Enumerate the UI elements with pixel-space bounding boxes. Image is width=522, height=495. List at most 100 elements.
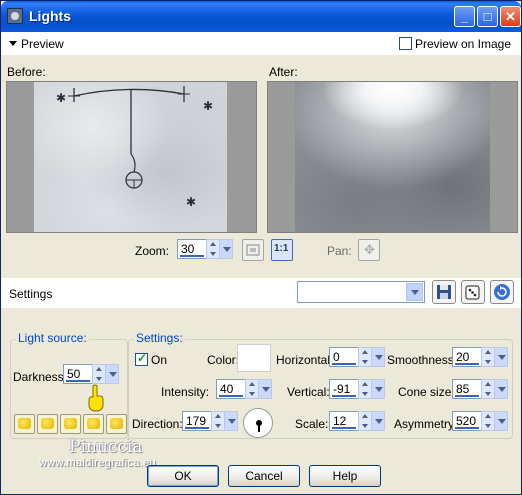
darkness-dropdown[interactable] xyxy=(105,364,119,384)
reset-icon xyxy=(494,284,510,300)
preset-combobox[interactable] xyxy=(297,281,425,303)
color-label: Color: xyxy=(207,353,240,367)
horizontal-dropdown[interactable] xyxy=(371,347,385,367)
ok-button[interactable]: OK xyxy=(147,465,219,487)
intensity-spinner[interactable] xyxy=(245,379,259,399)
preview-toggle-label: Preview xyxy=(21,37,64,51)
direction-dropdown[interactable] xyxy=(224,411,238,431)
light-preset-3-button[interactable] xyxy=(60,414,81,434)
minimize-button[interactable]: _ xyxy=(454,6,475,27)
checkbox-box[interactable] xyxy=(398,37,412,50)
preview-bar: Preview Preview on Image xyxy=(1,32,521,55)
cone-size-spinner[interactable] xyxy=(481,379,495,399)
smoothness-spinner[interactable] xyxy=(481,347,495,367)
after-preview-pane xyxy=(267,81,518,233)
zoom-fit-icon xyxy=(246,244,260,256)
color-swatch[interactable] xyxy=(237,344,271,372)
settings-bar: Settings xyxy=(1,278,521,308)
darkness-spinner[interactable] xyxy=(92,364,106,384)
chevron-down-icon[interactable] xyxy=(406,283,423,301)
intensity-input[interactable]: 40 xyxy=(216,379,246,399)
vertical-input[interactable]: -91 xyxy=(329,379,359,399)
vertical-spinner[interactable] xyxy=(358,379,372,399)
on-checkbox-box[interactable] xyxy=(135,351,148,366)
svg-text:✱: ✱ xyxy=(203,99,213,113)
on-checkbox[interactable]: On xyxy=(135,351,167,367)
settings-group-title: Settings: xyxy=(134,331,185,345)
zoom-fit-button[interactable] xyxy=(242,239,264,261)
before-label: Before: xyxy=(7,65,46,79)
asymmetry-spinner[interactable] xyxy=(481,411,495,431)
preview-toggle[interactable]: Preview xyxy=(9,37,64,51)
smoothness-label: Smoothness: xyxy=(387,353,458,367)
light-preset-4-button[interactable] xyxy=(83,414,104,434)
cone-size-label: Cone size: xyxy=(398,385,455,399)
horizontal-label: Horizontal: xyxy=(276,353,334,367)
settings-label: Settings xyxy=(9,287,53,301)
zoom-actual-size-button[interactable]: 1:1 xyxy=(271,239,293,261)
vertical-dropdown[interactable] xyxy=(371,379,385,399)
direction-dial[interactable] xyxy=(243,408,273,438)
save-preset-button[interactable] xyxy=(432,280,456,304)
darkness-label: Darkness: xyxy=(13,370,68,384)
intensity-dropdown[interactable] xyxy=(258,379,272,399)
window-title: Lights xyxy=(29,8,71,24)
direction-input[interactable]: 179 xyxy=(182,411,212,431)
watermark-name: Pinuccia xyxy=(69,437,143,457)
maximize-button[interactable]: □ xyxy=(477,6,498,27)
pan-label: Pan: xyxy=(327,244,352,258)
horizontal-input[interactable]: 0 xyxy=(329,347,359,367)
scale-spinner[interactable] xyxy=(358,411,372,431)
vertical-label: Vertical: xyxy=(287,385,330,399)
smoothness-input[interactable]: 20 xyxy=(452,347,482,367)
preview-on-image-checkbox[interactable]: Preview on Image xyxy=(398,37,511,51)
horizontal-value: 0 xyxy=(333,350,340,364)
scale-input[interactable]: 12 xyxy=(329,411,359,431)
title-bar[interactable]: Lights _ □ ✕ xyxy=(1,1,521,32)
cone-size-value: 85 xyxy=(456,382,470,396)
svg-text:✱: ✱ xyxy=(186,195,196,209)
help-button[interactable]: Help xyxy=(309,465,381,487)
light-handle-overlay[interactable]: ✱ ✱ ✱ xyxy=(34,82,227,232)
hand-cursor-icon xyxy=(88,384,104,412)
light-preset-1-button[interactable] xyxy=(14,414,35,434)
before-preview-pane[interactable]: ✱ ✱ ✱ xyxy=(6,81,257,233)
light-preset-2-button[interactable] xyxy=(37,414,58,434)
floppy-disk-icon xyxy=(437,285,451,299)
cone-size-input[interactable]: 85 xyxy=(452,379,482,399)
scale-dropdown[interactable] xyxy=(371,411,385,431)
close-button[interactable]: ✕ xyxy=(500,6,521,27)
randomize-button[interactable] xyxy=(461,280,485,304)
intensity-label: Intensity: xyxy=(161,385,210,399)
smoothness-dropdown[interactable] xyxy=(494,347,508,367)
pan-icon: ✥ xyxy=(364,242,375,257)
darkness-input[interactable]: 50 xyxy=(63,364,93,384)
zoom-spinner[interactable] xyxy=(206,239,220,259)
light-preset-5-button[interactable] xyxy=(106,414,127,434)
smoothness-value: 20 xyxy=(456,350,470,364)
cancel-button[interactable]: Cancel xyxy=(228,465,300,487)
preview-on-image-label: Preview on Image xyxy=(414,37,511,51)
horizontal-spinner[interactable] xyxy=(358,347,372,367)
reset-button[interactable] xyxy=(490,280,514,304)
zoom-dropdown[interactable] xyxy=(219,239,233,259)
darkness-value: 50 xyxy=(67,367,81,381)
dice-icon xyxy=(465,285,480,300)
asymmetry-input[interactable]: 520 xyxy=(452,411,482,431)
scale-label: Scale: xyxy=(295,417,329,431)
vertical-value: -91 xyxy=(333,382,351,396)
zoom-input[interactable]: 30 xyxy=(177,239,207,259)
asymmetry-dropdown[interactable] xyxy=(494,411,508,431)
after-image xyxy=(295,82,490,232)
direction-value: 179 xyxy=(186,414,207,428)
pan-button[interactable]: ✥ xyxy=(358,239,380,261)
chevron-down-icon xyxy=(9,41,17,46)
cone-size-dropdown[interactable] xyxy=(494,379,508,399)
watermark-url: www.maidiregrafica.eu xyxy=(39,457,156,469)
zoom-value: 30 xyxy=(181,242,195,256)
direction-spinner[interactable] xyxy=(211,411,225,431)
svg-text:✱: ✱ xyxy=(56,91,66,105)
one-to-one-icon: 1:1 xyxy=(274,243,289,254)
lights-dialog: Lights _ □ ✕ Preview Preview on Image Be… xyxy=(0,0,522,495)
light-source-title: Light source: xyxy=(16,331,89,345)
